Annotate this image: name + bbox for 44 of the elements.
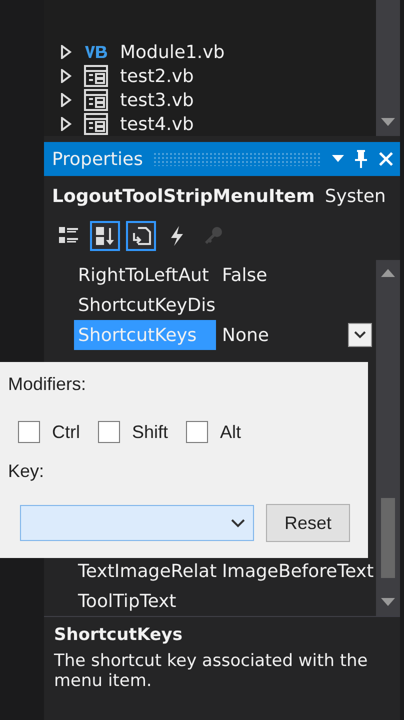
scroll-down-icon[interactable] (381, 598, 395, 608)
file-name[interactable]: test4.vb (120, 114, 194, 134)
form-icon (84, 65, 108, 87)
chevron-down-icon (231, 518, 245, 528)
property-name[interactable]: TextImageRelat (74, 556, 216, 586)
panel-title: Properties (52, 148, 143, 170)
sort-az-icon (94, 225, 116, 247)
chevron-down-icon (354, 331, 366, 339)
expand-icon[interactable] (60, 45, 72, 59)
description-title: ShortcutKeys (54, 625, 184, 645)
property-value: None (221, 324, 270, 346)
form-icon (84, 89, 108, 111)
modifier-checkbox[interactable]: Ctrl (18, 421, 80, 443)
expand-icon[interactable] (60, 93, 72, 107)
toolbar-button[interactable] (90, 221, 120, 251)
dropdown-button[interactable] (348, 323, 372, 347)
form-icon (84, 113, 108, 135)
property-pages-icon (130, 225, 152, 247)
scroll-up-icon[interactable] (381, 268, 395, 278)
scrollbar-thumb[interactable] (381, 498, 395, 578)
property-name[interactable]: ShortcutKeyDis (74, 290, 216, 320)
expand-icon[interactable] (60, 117, 72, 131)
close-icon[interactable] (378, 151, 394, 167)
expand-icon[interactable] (60, 69, 72, 83)
file-name[interactable]: test2.vb (120, 66, 194, 86)
scroll-down-icon[interactable] (381, 118, 395, 128)
toolbar-button[interactable] (126, 221, 156, 251)
property-name[interactable]: ToolTipText (74, 586, 216, 616)
property-name[interactable]: RightToLeftAut (74, 260, 216, 290)
file-name[interactable]: test3.vb (120, 90, 194, 110)
property-value: False (221, 264, 268, 286)
key-label: Key: (8, 461, 44, 482)
reset-button[interactable]: Reset (266, 504, 350, 542)
modifier-checkbox[interactable]: Alt (186, 421, 242, 443)
property-value: ImageBeforeText (221, 560, 375, 582)
pin-icon[interactable] (354, 149, 368, 169)
description-text: The shortcut key associated with the menu item. (54, 651, 369, 691)
modifiers-label: Modifiers: (8, 374, 86, 394)
vb-module-icon (84, 44, 108, 60)
file-name[interactable]: Module1.vb (120, 42, 225, 62)
dropdown-icon[interactable] (332, 155, 344, 163)
object-name[interactable]: LogoutToolStripMenuItem (52, 186, 315, 206)
object-type[interactable]: Systen (324, 186, 386, 206)
modifier-checkbox[interactable]: Shift (98, 421, 168, 443)
